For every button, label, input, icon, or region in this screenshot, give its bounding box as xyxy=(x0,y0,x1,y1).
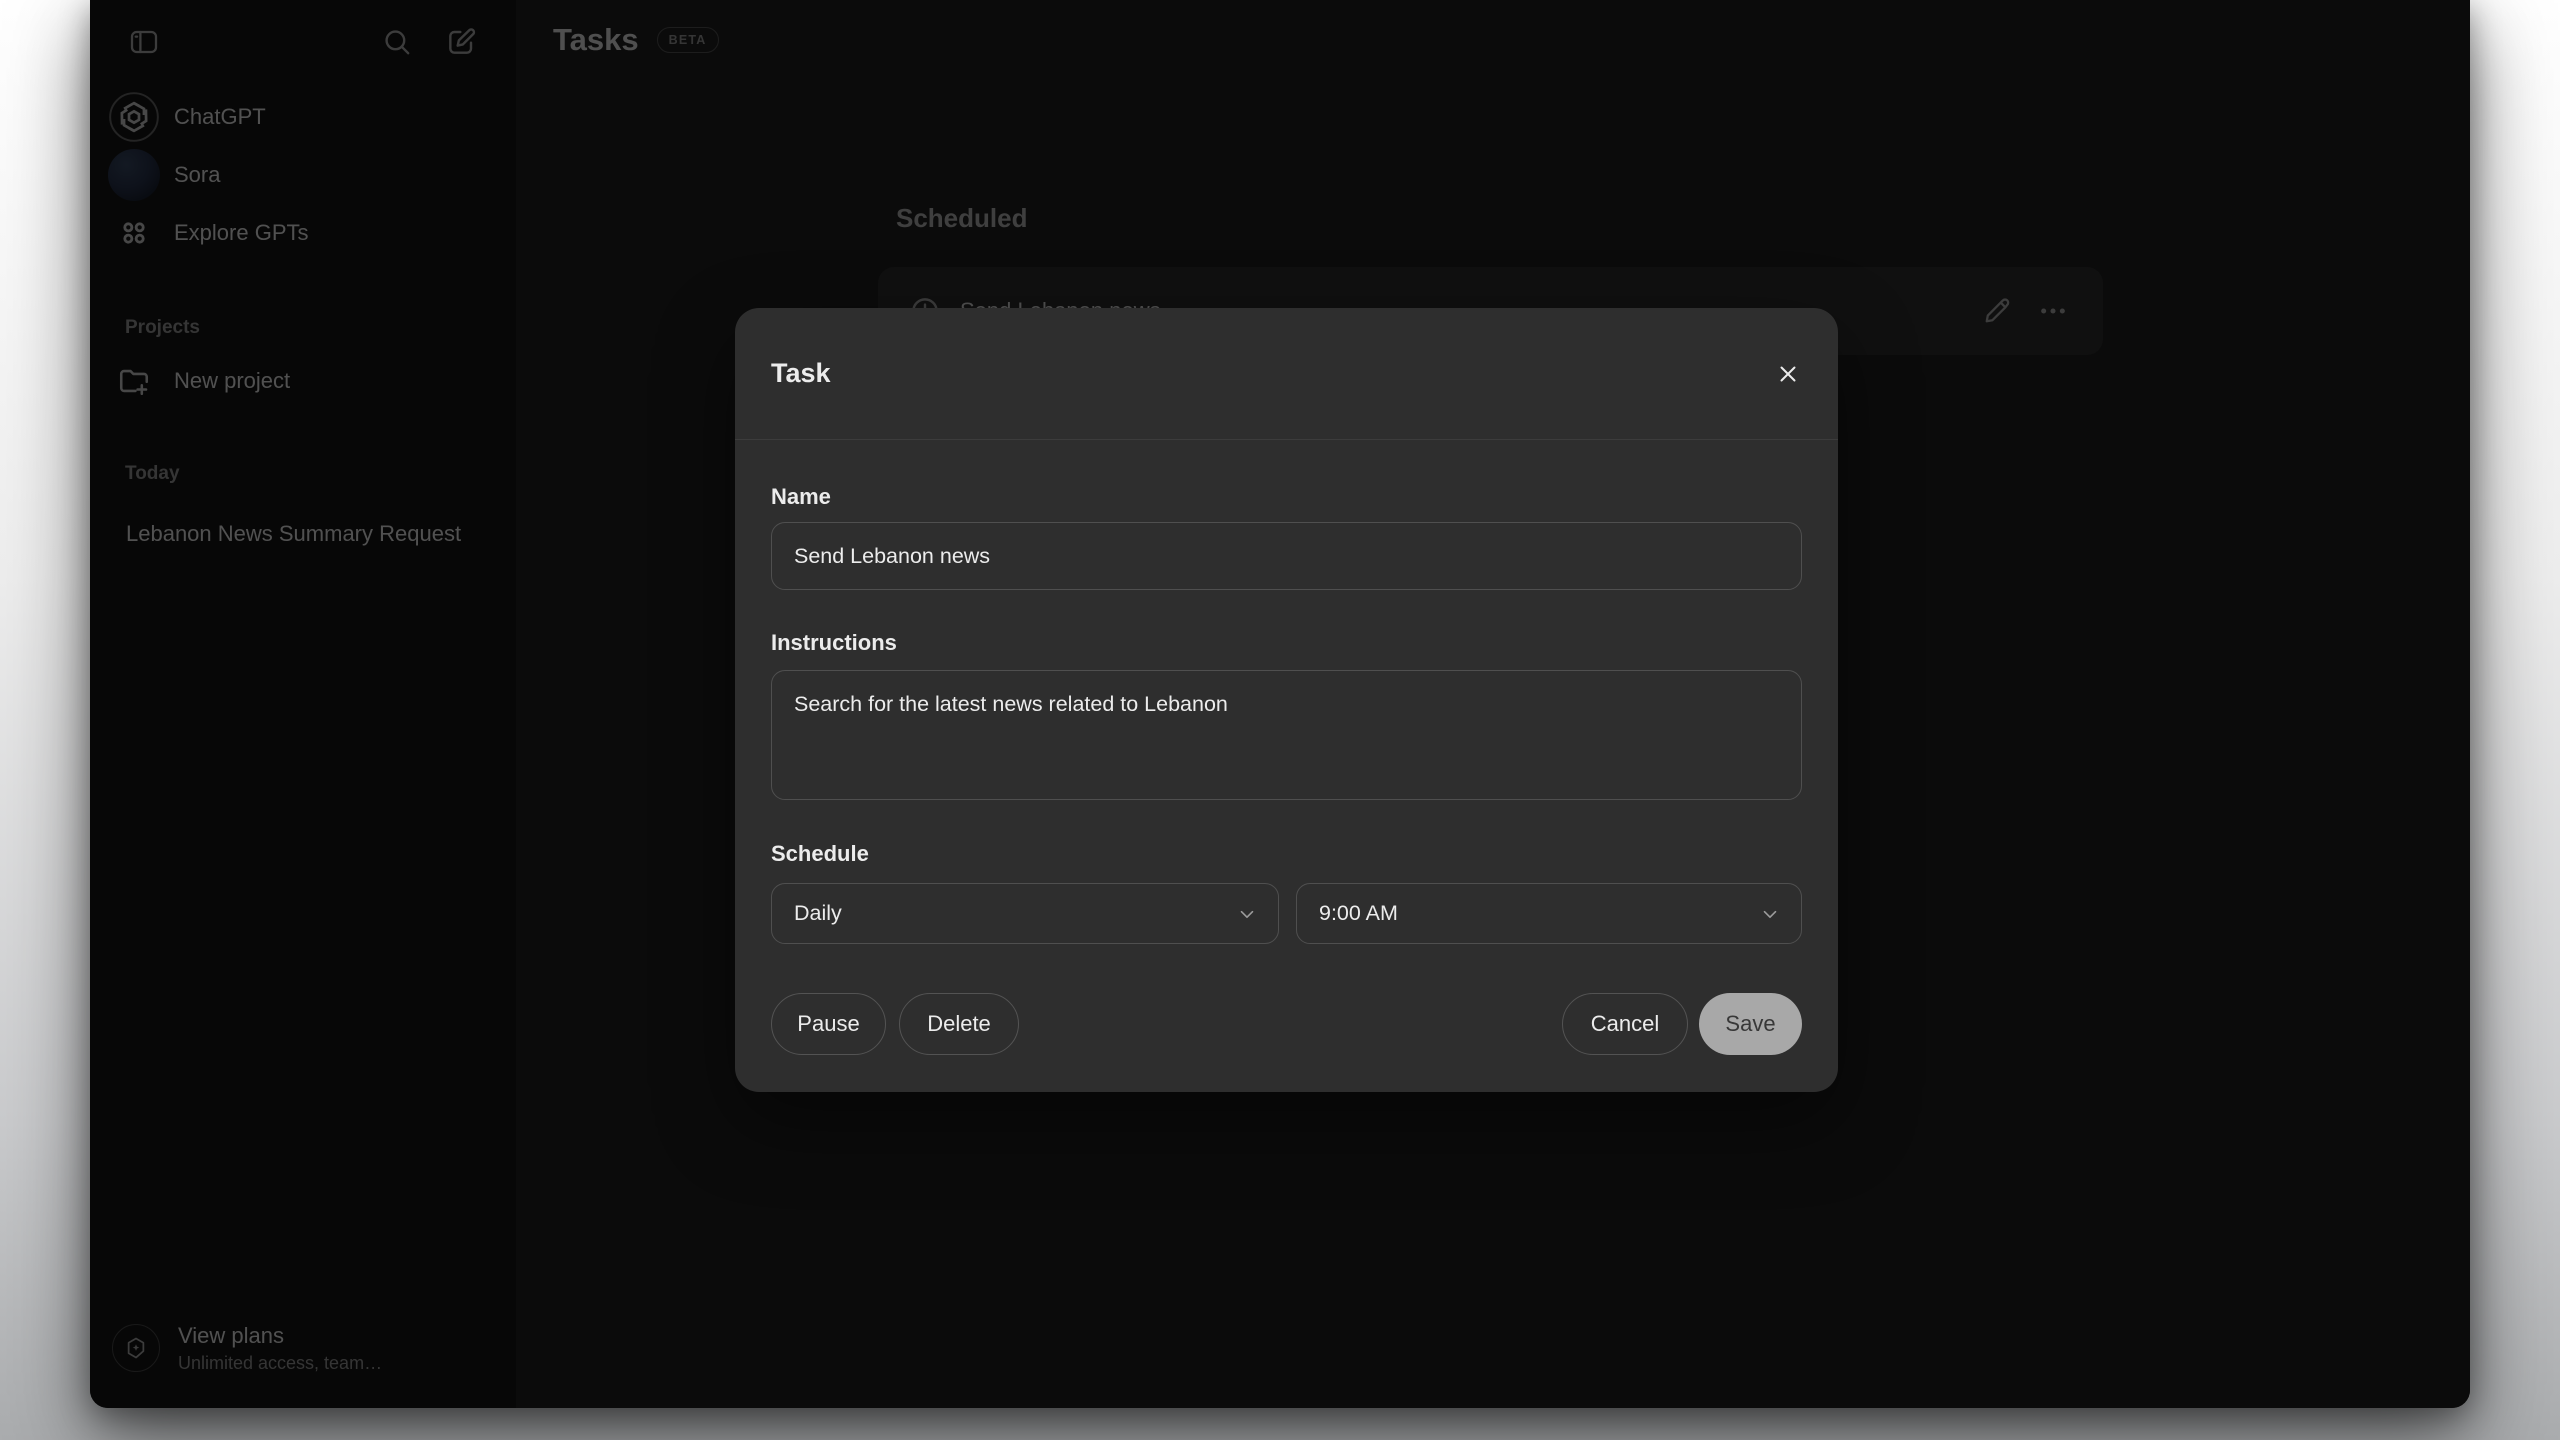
chevron-down-icon xyxy=(1236,903,1258,925)
cancel-button[interactable]: Cancel xyxy=(1562,993,1688,1055)
frequency-value: Daily xyxy=(794,901,842,925)
name-input[interactable] xyxy=(771,522,1802,590)
delete-button[interactable]: Delete xyxy=(899,993,1019,1055)
close-button[interactable] xyxy=(1766,352,1810,396)
modal-title: Task xyxy=(771,358,831,388)
pause-button[interactable]: Pause xyxy=(771,993,886,1055)
chevron-down-icon xyxy=(1759,903,1781,925)
task-modal: Task Name Instructions Search for the la… xyxy=(735,308,1838,1092)
modal-header: Task xyxy=(735,308,1838,440)
instructions-textarea[interactable]: Search for the latest news related to Le… xyxy=(771,670,1802,800)
time-select[interactable]: 9:00 AM xyxy=(1296,883,1802,944)
save-button[interactable]: Save xyxy=(1699,993,1802,1055)
time-value: 9:00 AM xyxy=(1319,901,1398,925)
frequency-select[interactable]: Daily xyxy=(771,883,1279,944)
instructions-label: Instructions xyxy=(771,630,897,655)
schedule-label: Schedule xyxy=(771,841,869,866)
close-icon xyxy=(1776,362,1800,386)
app-window: ChatGPT Sora Explore GPTs Projects New p xyxy=(90,0,2470,1408)
name-label: Name xyxy=(771,484,831,509)
